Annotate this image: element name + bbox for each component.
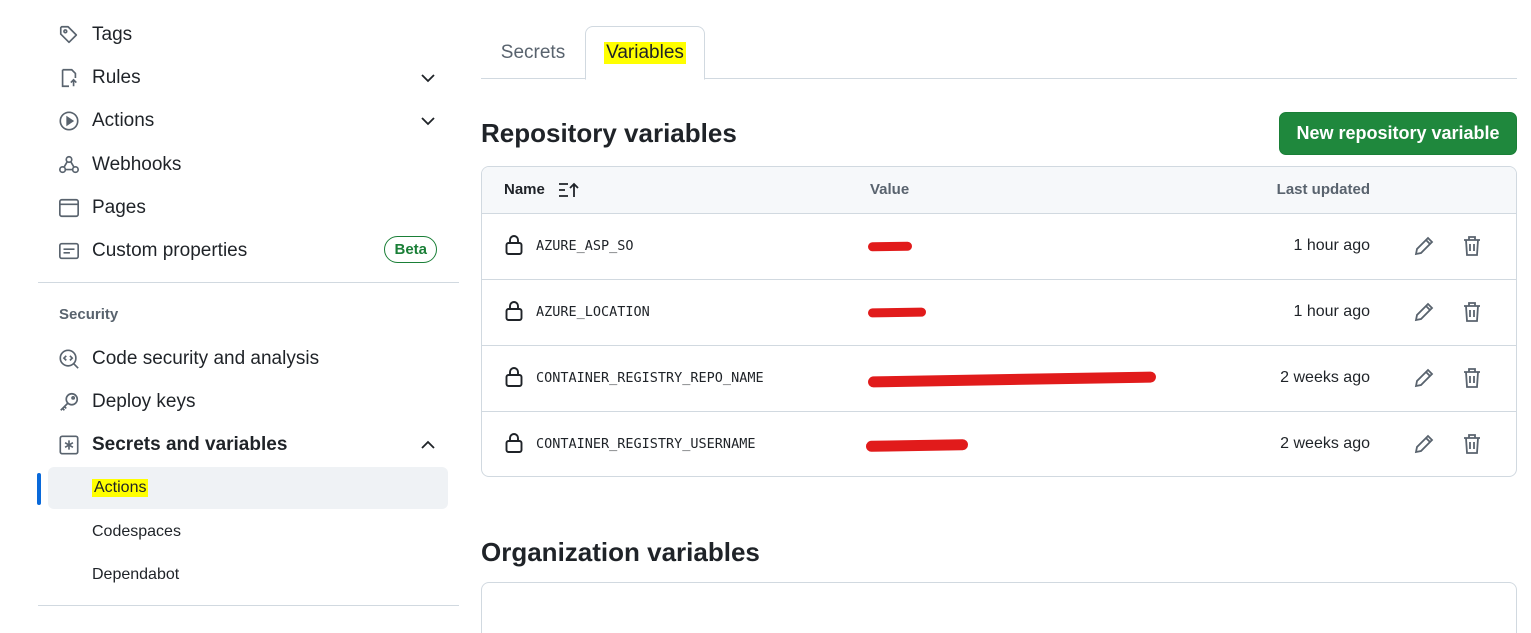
sidebar-item-label: Actions bbox=[92, 110, 155, 131]
sidebar-subitem-label: Dependabot bbox=[92, 566, 180, 583]
sidebar-subitem-label: Actions bbox=[92, 479, 149, 497]
pencil-icon[interactable] bbox=[1412, 366, 1436, 390]
tab-secrets[interactable]: Secrets bbox=[481, 26, 585, 79]
last-updated: 2 weeks ago bbox=[1280, 435, 1370, 452]
column-header-name[interactable]: Name bbox=[504, 181, 545, 198]
sidebar-item-label: Rules bbox=[92, 67, 141, 88]
table-row: CONTAINER_REGISTRY_REPO_NAME 2 weeks ago bbox=[482, 346, 1516, 412]
sidebar-subitem-actions[interactable]: Actions bbox=[48, 467, 448, 509]
security-section-title: Security bbox=[59, 306, 119, 323]
sidebar-item-label: Tags bbox=[92, 24, 133, 45]
trash-icon[interactable] bbox=[1460, 234, 1484, 258]
redacted-value bbox=[865, 439, 969, 452]
sidebar-subitem-label: Codespaces bbox=[92, 523, 181, 540]
sidebar-subitem-dependabot[interactable]: Dependabot bbox=[48, 554, 448, 596]
variables-table: Name Value Last updated AZURE_ASP_SO 1 h… bbox=[481, 166, 1517, 477]
table-row: AZURE_ASP_SO 1 hour ago bbox=[482, 214, 1516, 280]
table-row: CONTAINER_REGISTRY_USERNAME 2 weeks ago bbox=[482, 412, 1516, 476]
note-icon bbox=[58, 240, 80, 262]
column-header-value: Value bbox=[870, 181, 910, 198]
chevron-up-icon[interactable] bbox=[418, 435, 438, 455]
codescan-icon bbox=[58, 348, 80, 370]
settings-sidebar: Tags Rules Actions Webhooks Pages Custom… bbox=[0, 0, 470, 633]
tab-bar: Secrets Variables bbox=[481, 26, 1517, 80]
last-updated: 1 hour ago bbox=[1293, 303, 1370, 320]
redacted-value bbox=[867, 371, 1157, 388]
redacted-value bbox=[867, 307, 927, 318]
asterisk-icon bbox=[58, 434, 80, 456]
organization-variables-box bbox=[481, 582, 1517, 633]
column-header-last-updated: Last updated bbox=[1276, 181, 1370, 198]
sidebar-item-custom-properties[interactable]: Custom properties Beta bbox=[48, 231, 448, 271]
tab-label: Secrets bbox=[500, 41, 566, 63]
beta-badge: Beta bbox=[384, 236, 437, 263]
active-indicator bbox=[37, 473, 41, 505]
trash-icon[interactable] bbox=[1460, 366, 1484, 390]
lock-icon bbox=[504, 432, 524, 454]
table-row: AZURE_LOCATION 1 hour ago bbox=[482, 280, 1516, 346]
variable-name: CONTAINER_REGISTRY_USERNAME bbox=[536, 436, 756, 452]
rules-icon bbox=[58, 67, 80, 89]
sort-ascending-icon[interactable] bbox=[557, 181, 581, 199]
tab-label: Variables bbox=[604, 42, 686, 64]
chevron-down-icon[interactable] bbox=[418, 111, 438, 131]
lock-icon bbox=[504, 300, 524, 322]
lock-icon bbox=[504, 234, 524, 256]
organization-variables-heading: Organization variables bbox=[481, 537, 760, 567]
sidebar-item-tags[interactable]: Tags bbox=[48, 15, 448, 55]
sidebar-item-label: Secrets and variables bbox=[92, 434, 288, 455]
sidebar-subitem-codespaces[interactable]: Codespaces bbox=[48, 511, 448, 553]
sidebar-item-secrets-and-variables[interactable]: Secrets and variables bbox=[48, 425, 448, 465]
sidebar-item-deploy-keys[interactable]: Deploy keys bbox=[48, 382, 448, 422]
table-header: Name Value Last updated bbox=[482, 167, 1516, 214]
webhook-icon bbox=[58, 154, 80, 176]
sidebar-item-pages[interactable]: Pages bbox=[48, 188, 448, 228]
sidebar-item-label: Custom properties bbox=[92, 240, 248, 261]
repository-variables-heading: Repository variables bbox=[481, 118, 737, 148]
last-updated: 1 hour ago bbox=[1293, 237, 1370, 254]
trash-icon[interactable] bbox=[1460, 432, 1484, 456]
new-repository-variable-button[interactable]: New repository variable bbox=[1279, 112, 1517, 155]
pencil-icon[interactable] bbox=[1412, 234, 1436, 258]
trash-icon[interactable] bbox=[1460, 300, 1484, 324]
redacted-value bbox=[867, 241, 913, 252]
sidebar-item-label: Code security and analysis bbox=[92, 348, 320, 369]
play-icon bbox=[58, 110, 80, 132]
sidebar-divider bbox=[38, 605, 459, 606]
sidebar-item-code-security[interactable]: Code security and analysis bbox=[48, 339, 448, 379]
last-updated: 2 weeks ago bbox=[1280, 369, 1370, 386]
sidebar-item-actions[interactable]: Actions bbox=[48, 101, 448, 141]
sidebar-item-label: Webhooks bbox=[92, 154, 182, 175]
key-icon bbox=[58, 391, 80, 413]
sidebar-divider bbox=[38, 282, 459, 283]
pencil-icon[interactable] bbox=[1412, 300, 1436, 324]
variable-name: AZURE_ASP_SO bbox=[536, 238, 634, 254]
variable-name: AZURE_LOCATION bbox=[536, 304, 650, 320]
browser-icon bbox=[58, 197, 80, 219]
sidebar-item-label: Deploy keys bbox=[92, 391, 196, 412]
tag-icon bbox=[58, 24, 80, 46]
variable-name: CONTAINER_REGISTRY_REPO_NAME bbox=[536, 370, 764, 386]
tab-variables[interactable]: Variables bbox=[585, 26, 705, 80]
sidebar-item-label: Pages bbox=[92, 197, 146, 218]
pencil-icon[interactable] bbox=[1412, 432, 1436, 456]
chevron-down-icon[interactable] bbox=[418, 68, 438, 88]
lock-icon bbox=[504, 366, 524, 388]
sidebar-item-rules[interactable]: Rules bbox=[48, 58, 448, 98]
sidebar-item-webhooks[interactable]: Webhooks bbox=[48, 145, 448, 185]
